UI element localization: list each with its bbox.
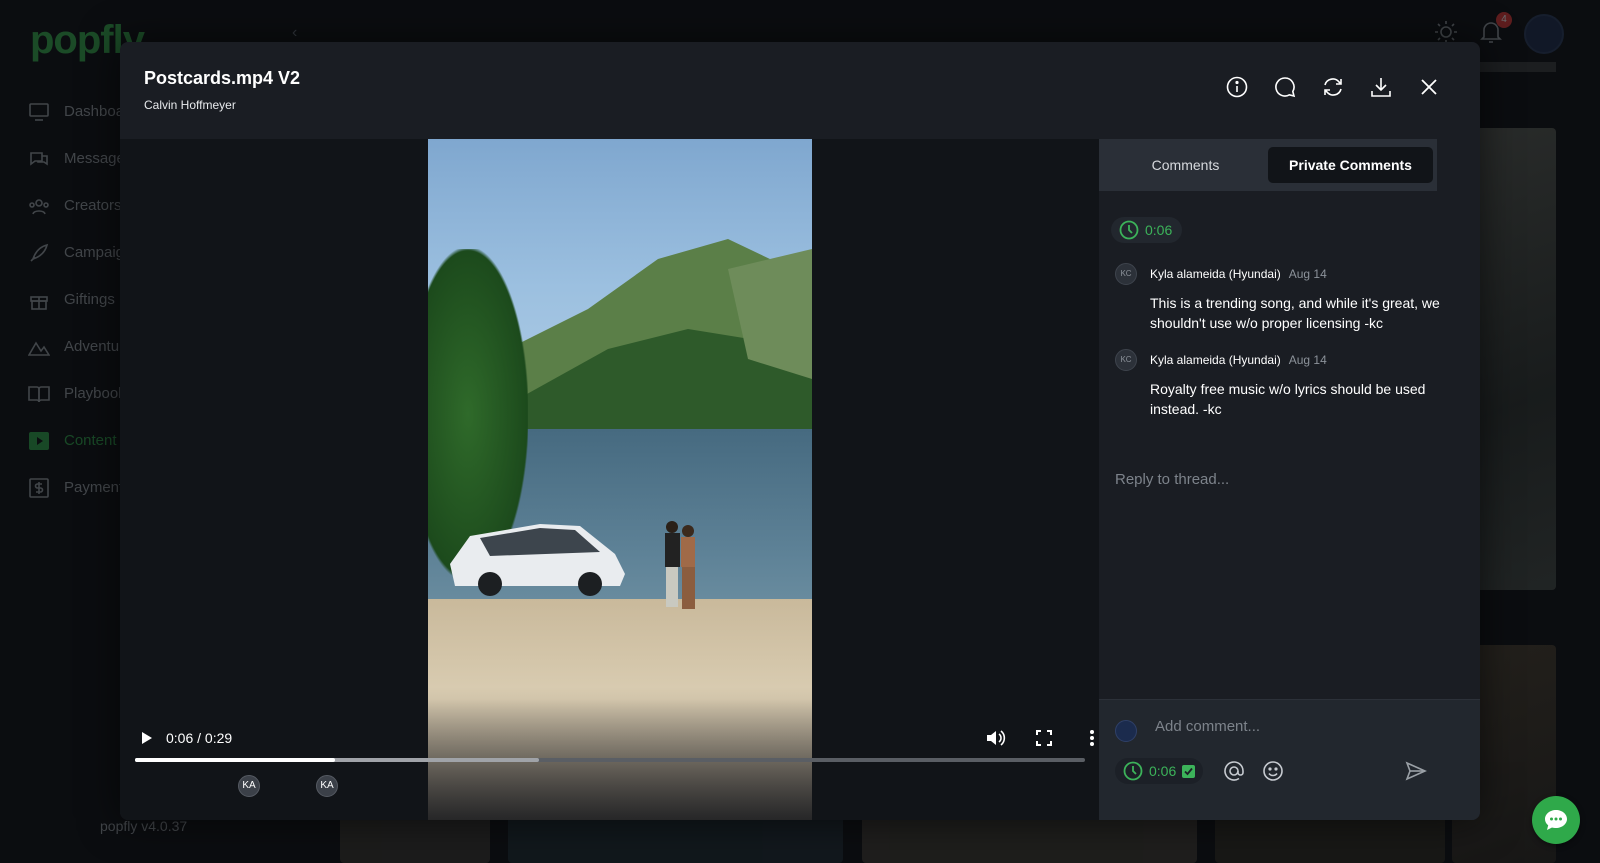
comment-marker[interactable]: KA xyxy=(238,775,260,797)
gift-icon xyxy=(28,289,50,311)
comment-date: Aug 14 xyxy=(1288,267,1327,281)
volume-icon[interactable] xyxy=(984,726,1008,750)
collapse-sidebar-icon[interactable]: ‹ xyxy=(292,24,297,42)
background-thumbnail xyxy=(862,815,1197,863)
comment-text: This is a trending song, and while it's … xyxy=(1150,295,1440,331)
comment-tabs: Comments Private Comments xyxy=(1099,139,1437,191)
comment-marker[interactable]: KA xyxy=(316,775,338,797)
notification-badge: 4 xyxy=(1496,11,1512,28)
messages-icon xyxy=(28,148,50,170)
thread-timestamp[interactable]: 0:06 xyxy=(1111,217,1183,243)
chat-bubble-icon xyxy=(1545,810,1567,830)
video-control-actions xyxy=(984,726,1104,750)
comments-panel: Comments Private Comments 0:06 KC Kyla a… xyxy=(1099,139,1480,820)
composer-timestamp: 0:06 xyxy=(1149,763,1177,779)
played-range xyxy=(135,758,335,762)
reply-thread-input[interactable] xyxy=(1115,471,1445,488)
rocket-icon xyxy=(28,242,50,264)
emoji-icon[interactable] xyxy=(1262,760,1284,782)
play-icon[interactable] xyxy=(136,728,156,748)
avatar xyxy=(1115,720,1137,742)
app-version: popfly v4.0.37 xyxy=(100,818,188,834)
dollar-icon xyxy=(28,477,50,499)
car-in-video xyxy=(450,524,625,596)
attach-timestamp-toggle[interactable]: 0:06 xyxy=(1115,758,1204,784)
support-chat-button[interactable] xyxy=(1532,796,1580,844)
book-icon xyxy=(28,383,50,405)
couple-in-video xyxy=(665,521,695,609)
creators-icon xyxy=(28,195,50,217)
info-icon[interactable] xyxy=(1226,76,1248,98)
video-time: 0:06 / 0:29 xyxy=(166,730,233,746)
modal-header: Postcards.mp4 V2 Calvin Hoffmeyer xyxy=(120,42,1480,139)
comment-text: Royalty free music w/o lyrics should be … xyxy=(1150,381,1426,417)
tab-comments[interactable]: Comments xyxy=(1103,147,1268,183)
video-player[interactable]: 0:06 / 0:29 KA KA xyxy=(120,139,1120,820)
download-icon[interactable] xyxy=(1370,76,1392,98)
monitor-icon xyxy=(28,101,50,123)
modal-actions xyxy=(1226,76,1440,98)
thread-timestamp-label: 0:06 xyxy=(1145,222,1173,238)
bell-icon[interactable]: 4 xyxy=(1480,11,1512,49)
fullscreen-icon[interactable] xyxy=(1032,726,1056,750)
video-frame[interactable] xyxy=(428,139,812,820)
sidebar-item-label: Content xyxy=(64,432,117,449)
mountain-icon xyxy=(28,336,50,358)
comment-icon[interactable] xyxy=(1274,76,1296,98)
add-comment-input[interactable] xyxy=(1155,718,1455,735)
play-icon xyxy=(28,430,50,452)
content-review-modal: Postcards.mp4 V2 Calvin Hoffmeyer 0:06 /… xyxy=(120,42,1480,820)
avatar: KC xyxy=(1115,349,1137,371)
video-controls: 0:06 / 0:29 KA KA xyxy=(120,720,1120,820)
clock-icon xyxy=(1119,220,1139,240)
background-thumbnail xyxy=(340,815,490,863)
checkbox-checked-icon[interactable] xyxy=(1182,764,1196,778)
avatar: KC xyxy=(1115,263,1137,285)
background-thumbnail xyxy=(1215,815,1445,863)
background-thumbnail xyxy=(508,815,843,863)
tab-private-comments[interactable]: Private Comments xyxy=(1268,147,1433,183)
video-progress-bar[interactable] xyxy=(135,758,1085,762)
sidebar-item-label: Creators xyxy=(64,197,122,214)
mention-icon[interactable] xyxy=(1223,760,1245,782)
user-avatar[interactable] xyxy=(1524,14,1564,54)
close-icon[interactable] xyxy=(1418,76,1440,98)
clock-icon xyxy=(1123,761,1143,781)
sidebar-item-label: Giftings xyxy=(64,291,115,308)
modal-title: Postcards.mp4 V2 xyxy=(144,68,301,88)
comment-date: Aug 14 xyxy=(1288,353,1327,367)
comment-author: Kyla alameida (Hyundai) xyxy=(1150,353,1281,367)
creator-name: Calvin Hoffmeyer xyxy=(144,98,236,112)
comment-author: Kyla alameida (Hyundai) xyxy=(1150,267,1281,281)
refresh-icon[interactable] xyxy=(1322,76,1344,98)
send-icon[interactable] xyxy=(1405,760,1427,782)
comment-composer: 0:06 xyxy=(1099,699,1480,820)
